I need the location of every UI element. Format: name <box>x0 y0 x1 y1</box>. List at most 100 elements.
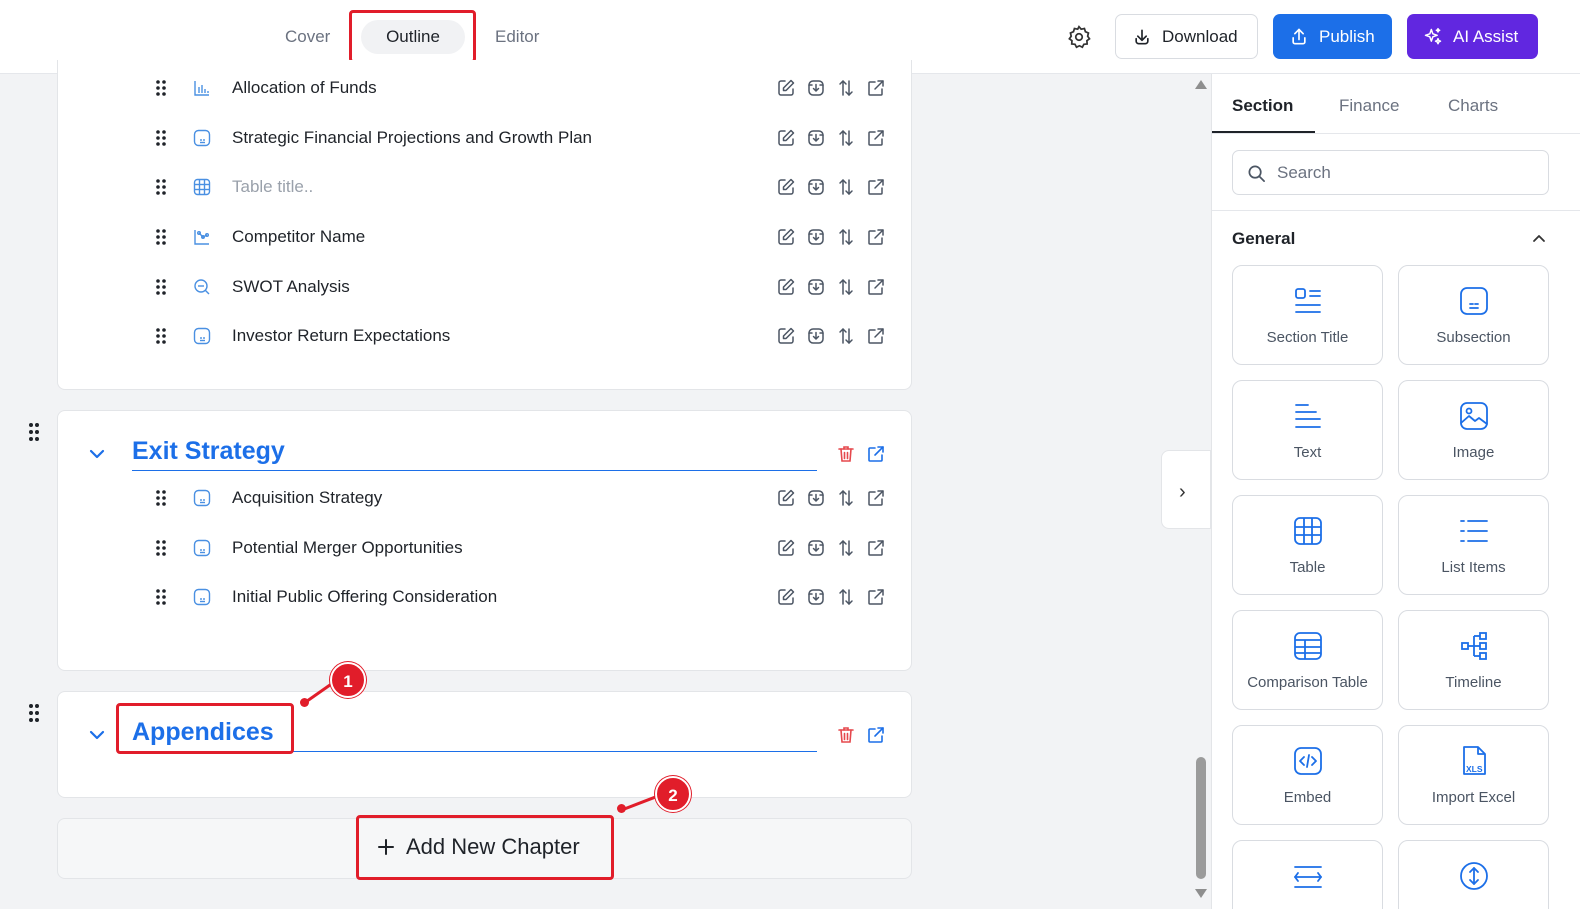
panel-toggle-button[interactable]: › <box>1161 450 1211 529</box>
tab-editor[interactable]: Editor <box>495 20 539 54</box>
tile-image[interactable]: Image <box>1398 380 1549 480</box>
tile-page-break[interactable] <box>1398 840 1549 909</box>
outline-item[interactable]: Investor Return Expectations <box>58 317 913 357</box>
outline-item[interactable]: Competitor Name <box>58 218 913 258</box>
tile-text[interactable]: Text <box>1232 380 1383 480</box>
chevron-up-icon[interactable] <box>1530 230 1548 248</box>
external-link-icon[interactable] <box>866 177 886 197</box>
download-box-icon[interactable] <box>806 538 826 558</box>
drag-handle-icon[interactable] <box>155 129 167 147</box>
annotation-highlight-appendices <box>116 703 294 754</box>
external-link-icon[interactable] <box>866 78 886 98</box>
sort-arrows-icon[interactable] <box>836 177 856 197</box>
edit-icon[interactable] <box>776 277 796 297</box>
scrollbar-thumb[interactable] <box>1196 757 1206 879</box>
edit-icon[interactable] <box>776 128 796 148</box>
edit-icon[interactable] <box>776 177 796 197</box>
trash-icon[interactable] <box>836 444 856 464</box>
tile-label: List Items <box>1441 559 1506 576</box>
download-box-icon[interactable] <box>806 227 826 247</box>
external-link-icon[interactable] <box>866 725 886 745</box>
external-link-icon[interactable] <box>866 444 886 464</box>
tile-import-excel[interactable]: XLS Import Excel <box>1398 725 1549 825</box>
search-field[interactable] <box>1232 150 1549 195</box>
search-input[interactable] <box>1277 161 1537 185</box>
outline-item-label: Competitor Name <box>232 227 366 246</box>
scroll-up-arrow[interactable] <box>1195 80 1207 89</box>
chapter-drag-handle-icon[interactable] <box>28 703 40 723</box>
external-link-icon[interactable] <box>866 227 886 247</box>
edit-icon[interactable] <box>776 587 796 607</box>
outline-item[interactable]: Table title.. <box>58 168 913 208</box>
drag-handle-icon[interactable] <box>155 79 167 97</box>
chevron-down-icon[interactable] <box>87 444 107 464</box>
tab-section[interactable]: Section <box>1232 96 1293 116</box>
edit-icon[interactable] <box>776 227 796 247</box>
tile-table[interactable]: Table <box>1232 495 1383 595</box>
external-link-icon[interactable] <box>866 587 886 607</box>
outline-item[interactable]: Initial Public Offering Consideration <box>58 578 913 618</box>
outline-item-label[interactable]: Table title.. <box>232 177 313 197</box>
download-box-icon[interactable] <box>806 326 826 346</box>
edit-icon[interactable] <box>776 488 796 508</box>
outline-item[interactable]: SWOT Analysis <box>58 268 913 308</box>
sort-arrows-icon[interactable] <box>836 128 856 148</box>
download-box-icon[interactable] <box>806 128 826 148</box>
trash-icon[interactable] <box>836 725 856 745</box>
download-box-icon[interactable] <box>806 277 826 297</box>
sort-arrows-icon[interactable] <box>836 538 856 558</box>
drag-handle-icon[interactable] <box>155 278 167 296</box>
external-link-icon[interactable] <box>866 128 886 148</box>
ai-assist-button[interactable]: AI Assist <box>1407 14 1538 59</box>
drag-handle-icon[interactable] <box>155 539 167 557</box>
drag-handle-icon[interactable] <box>155 588 167 606</box>
gear-icon[interactable] <box>1066 24 1092 50</box>
tile-section-title[interactable]: Section Title <box>1232 265 1383 365</box>
chapter-drag-handle-icon[interactable] <box>28 422 40 442</box>
drag-handle-icon[interactable] <box>155 327 167 345</box>
sort-arrows-icon[interactable] <box>836 277 856 297</box>
sort-arrows-icon[interactable] <box>836 227 856 247</box>
download-box-icon[interactable] <box>806 177 826 197</box>
edit-icon[interactable] <box>776 326 796 346</box>
download-icon <box>1135 29 1149 45</box>
svg-text:XLS: XLS <box>1466 764 1483 774</box>
publish-button[interactable]: Publish <box>1273 14 1392 59</box>
drag-handle-icon[interactable] <box>155 178 167 196</box>
external-link-icon[interactable] <box>866 488 886 508</box>
outline-item-label: Initial Public Offering Consideration <box>232 587 498 606</box>
tab-finance[interactable]: Finance <box>1339 96 1399 116</box>
external-link-icon[interactable] <box>866 326 886 346</box>
edit-icon[interactable] <box>776 78 796 98</box>
outline-item[interactable]: Potential Merger Opportunities <box>58 529 913 569</box>
tab-charts[interactable]: Charts <box>1448 96 1498 116</box>
tab-cover[interactable]: Cover <box>285 20 330 54</box>
drag-handle-icon[interactable] <box>155 228 167 246</box>
download-button[interactable]: Download <box>1115 14 1258 59</box>
download-box-icon[interactable] <box>806 488 826 508</box>
outline-item[interactable]: Allocation of Funds <box>58 69 913 109</box>
external-link-icon[interactable] <box>866 538 886 558</box>
sort-arrows-icon[interactable] <box>836 488 856 508</box>
tile-spacer[interactable] <box>1232 840 1383 909</box>
tile-subsection[interactable]: Subsection <box>1398 265 1549 365</box>
sort-arrows-icon[interactable] <box>836 326 856 346</box>
sort-arrows-icon[interactable] <box>836 78 856 98</box>
scroll-down-arrow[interactable] <box>1195 889 1207 898</box>
sort-arrows-icon[interactable] <box>836 587 856 607</box>
external-link-icon[interactable] <box>866 277 886 297</box>
download-box-icon[interactable] <box>806 587 826 607</box>
tile-comparison-table[interactable]: Comparison Table <box>1232 610 1383 710</box>
tile-label: Table <box>1289 559 1326 576</box>
subsection-icon <box>193 129 211 147</box>
outline-item[interactable]: Acquisition Strategy <box>58 479 913 519</box>
tile-timeline[interactable]: Timeline <box>1398 610 1549 710</box>
tile-list-items[interactable]: List Items <box>1398 495 1549 595</box>
edit-icon[interactable] <box>776 538 796 558</box>
outline-item[interactable]: Strategic Financial Projections and Grow… <box>58 119 913 159</box>
chapter-title[interactable]: Exit Strategy <box>132 437 285 466</box>
download-box-icon[interactable] <box>806 78 826 98</box>
chevron-down-icon[interactable] <box>87 725 107 745</box>
tile-embed[interactable]: Embed <box>1232 725 1383 825</box>
drag-handle-icon[interactable] <box>155 489 167 507</box>
